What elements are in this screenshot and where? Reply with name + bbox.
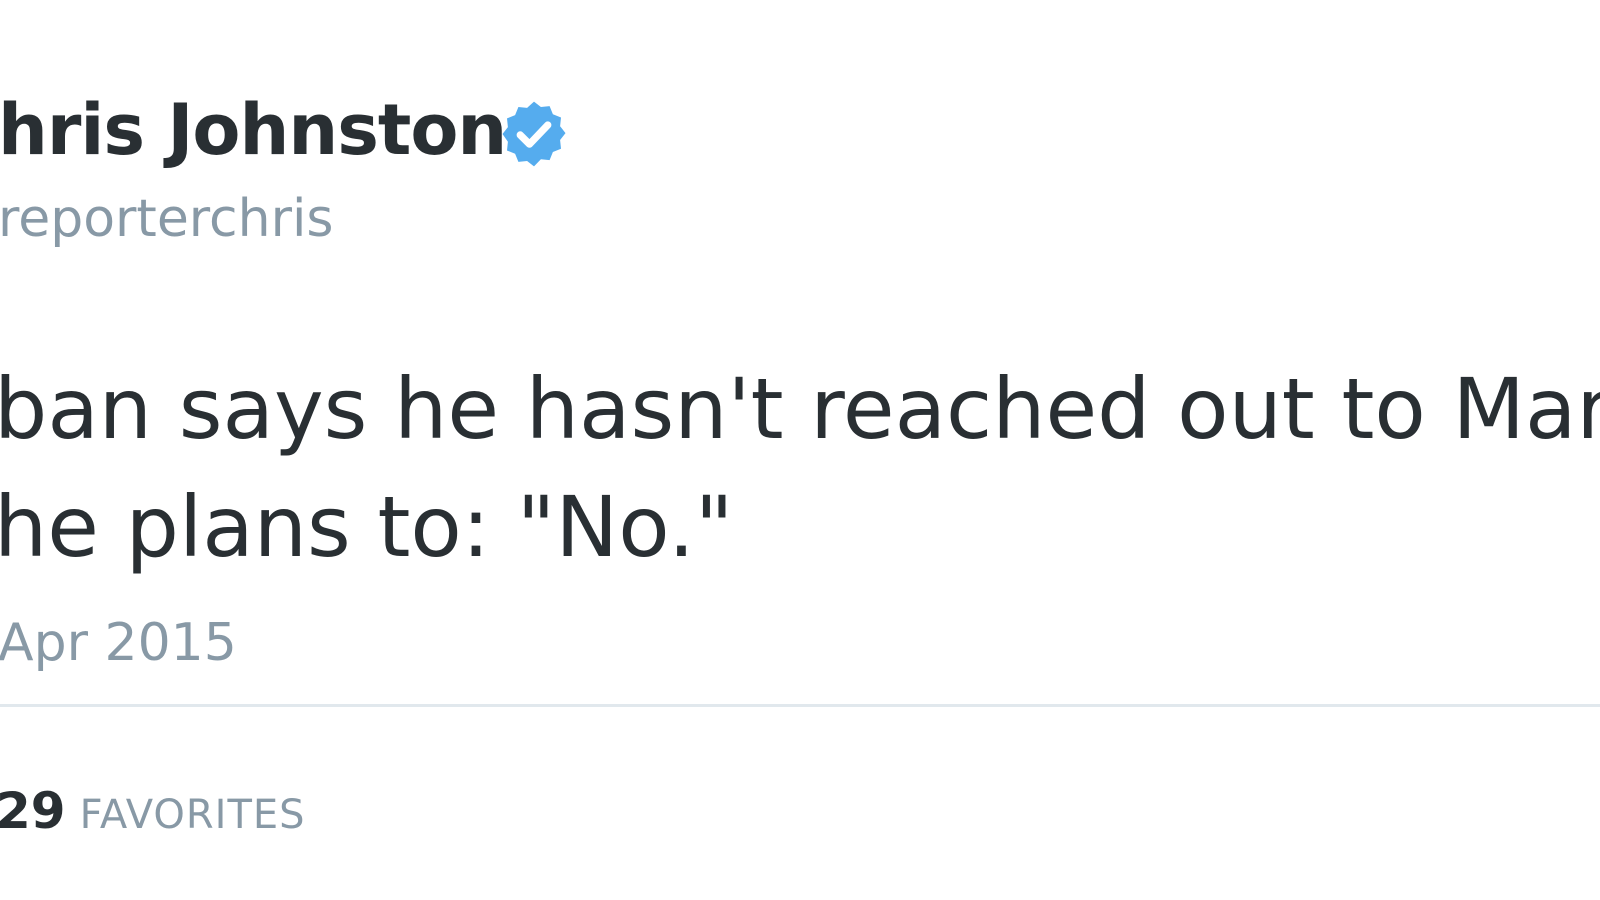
favorites-label: FAVORITES: [79, 792, 306, 838]
author-display-name[interactable]: hris Johnston: [0, 88, 507, 172]
tweet-text-line-1: ban says he hasn't reached out to Mark S…: [0, 360, 1600, 458]
favorites-stat[interactable]: 29 FAVORITES: [0, 780, 306, 854]
tweet-card: hris Johnston reporterchris ban says he …: [0, 0, 1600, 900]
divider: [0, 704, 1600, 707]
tweet-text: ban says he hasn't reached out to Mark S…: [0, 350, 1600, 586]
favorites-count: 29: [0, 782, 66, 840]
tweet-timestamp[interactable]: Apr 2015: [0, 612, 237, 674]
verified-badge-icon: [502, 101, 566, 167]
author-username[interactable]: reporterchris: [0, 188, 334, 250]
tweet-text-line-2: he plans to: "No.": [0, 478, 734, 576]
